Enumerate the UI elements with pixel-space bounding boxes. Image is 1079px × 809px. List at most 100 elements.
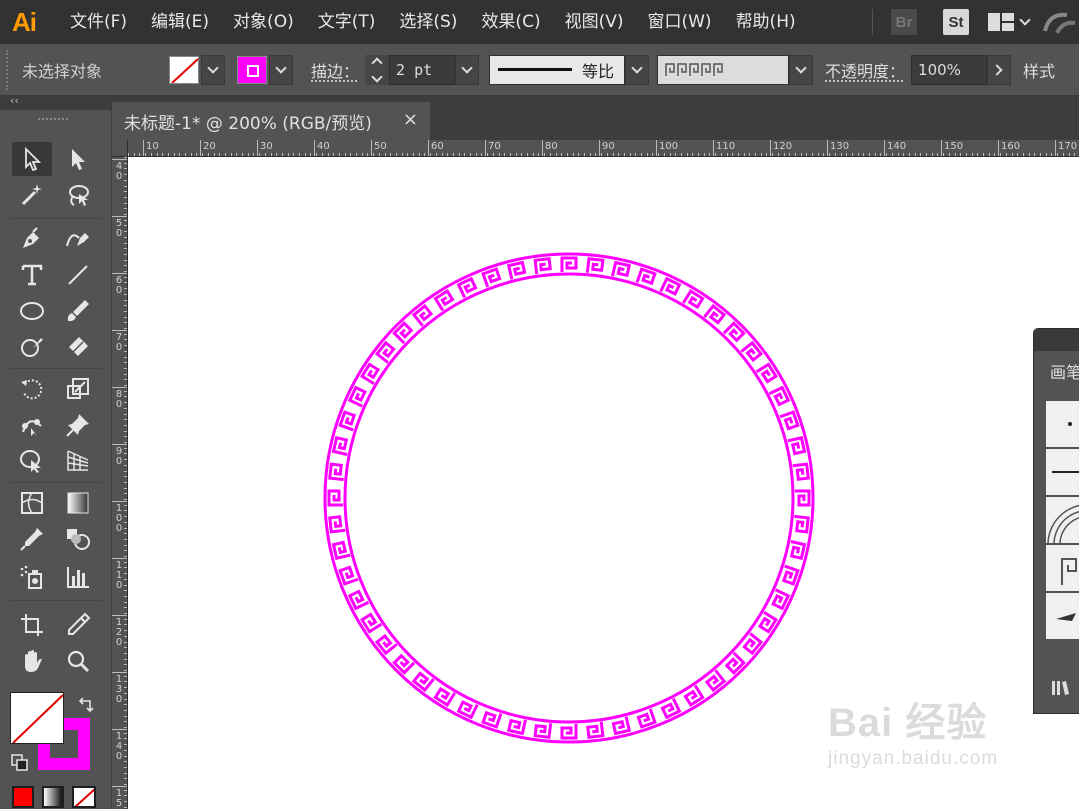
- bridge-button[interactable]: Br: [891, 9, 917, 35]
- ruler-major-tick: [112, 786, 127, 787]
- gradient-mode-button[interactable]: [42, 786, 64, 808]
- menu-edit[interactable]: 编辑(E): [139, 0, 221, 44]
- blend-tool[interactable]: [58, 522, 98, 556]
- ruler-major-tick: [998, 140, 999, 156]
- ruler-label: 110: [115, 560, 123, 591]
- opacity-input[interactable]: 100%: [911, 54, 988, 85]
- perspective-grid-tool[interactable]: [58, 444, 98, 478]
- collapse-panel-icon[interactable]: ‹‹: [10, 94, 19, 107]
- brush-item-calligraphic[interactable]: [1046, 593, 1079, 639]
- paintbrush-tool[interactable]: [58, 294, 98, 328]
- puppet-warp-tool[interactable]: [12, 408, 52, 442]
- document-tab-title: 未标题-1* @ 200% (RGB/预览): [124, 113, 372, 134]
- brush-definition[interactable]: [657, 54, 790, 85]
- fill-color-swatch[interactable]: [10, 692, 64, 744]
- document-tab[interactable]: 未标题-1* @ 200% (RGB/预览) ×: [112, 102, 430, 140]
- brush-libraries-icon[interactable]: [1050, 679, 1076, 697]
- ruler-tick: [1074, 153, 1076, 156]
- fill-swatch[interactable]: [169, 55, 199, 84]
- brushes-panel-header[interactable]: [1034, 329, 1079, 351]
- swap-fill-stroke-icon[interactable]: [77, 696, 95, 714]
- curvature-tool[interactable]: [58, 222, 98, 256]
- color-mode-button[interactable]: [12, 786, 34, 808]
- ruler-origin[interactable]: [112, 140, 128, 157]
- workspace-layout-button[interactable]: [987, 12, 1031, 32]
- ruler-tick: [124, 310, 127, 312]
- pin-tool[interactable]: [58, 408, 98, 442]
- ruler-label: 90: [602, 141, 615, 152]
- stroke-weight-stepper[interactable]: [365, 54, 390, 85]
- menu-file[interactable]: 文件(F): [58, 0, 139, 44]
- ruler-tick: [1022, 153, 1024, 156]
- shaper-tool[interactable]: [12, 330, 52, 364]
- ruler-label: 100: [115, 503, 123, 534]
- brush-item-dot[interactable]: [1046, 401, 1079, 447]
- hand-tool[interactable]: [12, 644, 52, 678]
- pen-tool[interactable]: [12, 222, 52, 256]
- brush-item-arcs[interactable]: [1046, 497, 1079, 544]
- rotate-tool[interactable]: [12, 372, 52, 406]
- default-fill-stroke-icon[interactable]: [11, 754, 29, 772]
- shape-builder-tool[interactable]: [12, 444, 52, 478]
- opacity-label[interactable]: 不透明度：: [825, 58, 905, 82]
- mesh-tool[interactable]: [12, 486, 52, 520]
- sync-icon[interactable]: [1039, 7, 1079, 37]
- direct-selection-tool[interactable]: [58, 142, 98, 176]
- artboard-tool[interactable]: [12, 608, 52, 642]
- menu-help[interactable]: 帮助(H): [724, 0, 808, 44]
- brush-item-line[interactable]: [1046, 449, 1079, 495]
- ruler-tick: [124, 225, 127, 227]
- variable-width-profile[interactable]: 等比: [489, 54, 626, 85]
- symbol-sprayer-tool[interactable]: [12, 560, 52, 594]
- stroke-weight-dropdown[interactable]: [455, 54, 480, 85]
- stroke-swatch[interactable]: [237, 55, 267, 84]
- ruler-label: 130: [830, 141, 850, 152]
- stroke-dropdown[interactable]: [269, 54, 293, 85]
- style-label[interactable]: 样式: [1023, 58, 1055, 82]
- eraser-tool[interactable]: [58, 330, 98, 364]
- profile-dropdown[interactable]: [625, 54, 650, 85]
- greek-key-motif: [327, 489, 343, 507]
- ruler-tick: [527, 153, 528, 156]
- menu-view[interactable]: 视图(V): [553, 0, 636, 44]
- stroke-weight-input[interactable]: 2 pt: [389, 54, 456, 85]
- ruler-tick: [720, 153, 722, 156]
- opacity-dropdown[interactable]: [987, 54, 1012, 85]
- magic-wand-tool[interactable]: [12, 178, 52, 212]
- none-mode-button[interactable]: [72, 786, 96, 808]
- horizontal-ruler[interactable]: 10 20 30 40 50 60 70 80 90 100 110 120 130 140 150 160 1…: [128, 140, 1079, 157]
- ellipse-tool[interactable]: [12, 294, 52, 328]
- brushes-panel-title[interactable]: 画笔: [1050, 359, 1079, 383]
- brush-dropdown[interactable]: [789, 54, 814, 85]
- eyedropper-tool[interactable]: [12, 522, 52, 556]
- menu-window[interactable]: 窗口(W): [635, 0, 723, 44]
- vertical-ruler[interactable]: 40 50 60 70 80 90 100 110 120 130 140 150: [112, 157, 128, 809]
- slice-tool[interactable]: [58, 608, 98, 642]
- menu-object[interactable]: 对象(O): [221, 0, 306, 44]
- type-tool[interactable]: [12, 258, 52, 292]
- close-tab-icon[interactable]: ×: [403, 109, 418, 130]
- lasso-tool[interactable]: [58, 178, 98, 212]
- greek-key-motif: [560, 256, 578, 272]
- slice-knife-icon: [68, 612, 91, 635]
- stock-button[interactable]: St: [943, 9, 969, 35]
- gradient-tool[interactable]: [58, 486, 98, 520]
- control-bar-grip[interactable]: [6, 49, 12, 90]
- line-segment-tool[interactable]: [58, 258, 98, 292]
- ruler-tick: [948, 153, 950, 156]
- toolbar-grip[interactable]: [38, 118, 68, 123]
- chevron-down-icon: [631, 61, 643, 74]
- menu-type[interactable]: 文字(T): [306, 0, 388, 44]
- menu-select[interactable]: 选择(S): [387, 0, 469, 44]
- selection-tool[interactable]: [12, 142, 52, 176]
- stroke-label[interactable]: 描边：: [311, 58, 359, 82]
- scale-tool[interactable]: [58, 372, 98, 406]
- column-graph-tool[interactable]: [58, 560, 98, 594]
- dot-brush-icon: [1068, 422, 1072, 426]
- brush-item-pattern[interactable]: [1046, 545, 1079, 591]
- greek-key-motif: [506, 718, 527, 736]
- menu-effect[interactable]: 效果(C): [469, 0, 552, 44]
- greek-key-motif: [506, 260, 527, 280]
- zoom-tool[interactable]: [58, 644, 98, 678]
- fill-dropdown[interactable]: [201, 54, 225, 85]
